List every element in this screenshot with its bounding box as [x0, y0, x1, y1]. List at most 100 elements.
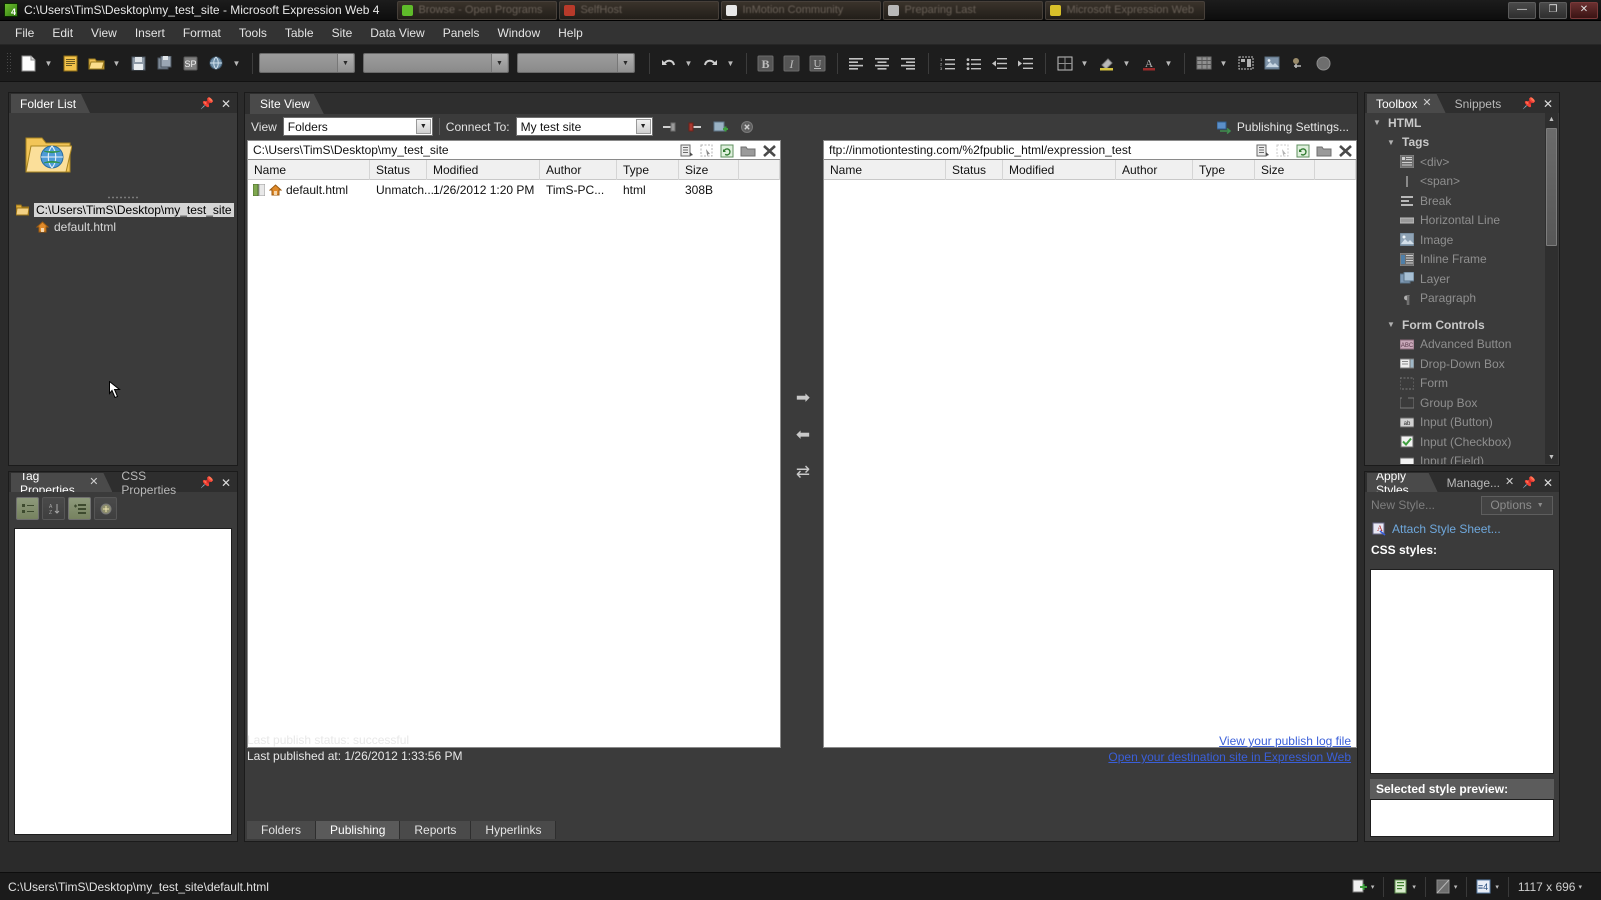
visual-aids-button[interactable]: ▾ [1343, 877, 1384, 897]
save-all-icon[interactable] [152, 51, 177, 76]
open-folder-icon[interactable] [84, 51, 109, 76]
toolbox-item-div[interactable]: <div> [1366, 152, 1558, 172]
save-icon[interactable] [126, 51, 151, 76]
open-destination-site-link[interactable]: Open your destination site in Expression… [1108, 749, 1351, 765]
menu-format[interactable]: Format [174, 23, 230, 43]
options-button[interactable]: Options ▼ [1481, 495, 1553, 515]
menu-data-view[interactable]: Data View [361, 23, 433, 43]
taskbar-item[interactable]: SelfHost [559, 0, 720, 20]
highlight-dropdown-arrow[interactable]: ▼ [1120, 51, 1133, 76]
italic-icon[interactable]: I [779, 51, 804, 76]
picture-icon[interactable] [1259, 51, 1284, 76]
open-folder-dropdown-arrow[interactable]: ▼ [110, 51, 123, 76]
toolbox-item-input-field[interactable]: Input (Field) [1366, 452, 1558, 464]
decrease-indent-icon[interactable] [987, 51, 1012, 76]
toolbox-item-input-checkbox[interactable]: Input (Checkbox) [1366, 432, 1558, 452]
column-header-name[interactable]: Name [824, 160, 946, 180]
column-header-type[interactable]: Type [1193, 160, 1255, 180]
style-combo[interactable]: ▼ [259, 53, 355, 73]
chevron-down-icon[interactable]: ▼ [337, 54, 353, 72]
page-size-button[interactable]: ≡4 ▾ [1466, 876, 1508, 897]
close-button[interactable]: ✕ [1570, 1, 1598, 19]
chevron-down-icon[interactable]: ▼ [415, 119, 431, 134]
pin-icon[interactable]: 📌 [1522, 476, 1536, 489]
chevron-down-icon[interactable]: ▾ [1495, 883, 1499, 891]
table-dropdown-arrow[interactable]: ▼ [1217, 51, 1230, 76]
categorized-view-icon[interactable] [16, 497, 39, 520]
refresh-icon[interactable] [720, 144, 734, 158]
tab-snippets[interactable]: Snippets [1446, 94, 1510, 113]
chevron-down-icon[interactable]: ▼ [635, 119, 651, 134]
tab-toolbox-close-icon[interactable]: ✕ [1422, 98, 1431, 109]
chevron-down-icon[interactable]: ▾ [1578, 883, 1582, 891]
hyperlink-icon[interactable] [1285, 51, 1310, 76]
font-color-icon[interactable]: A [1136, 51, 1161, 76]
align-center-icon[interactable] [870, 51, 895, 76]
menu-site[interactable]: Site [323, 23, 362, 43]
toolbox-group-tags[interactable]: ▼ Tags [1366, 133, 1558, 153]
toolbox-item-group-box[interactable]: Group Box [1366, 393, 1558, 413]
menu-tools[interactable]: Tools [230, 23, 276, 43]
local-path-bar[interactable]: C:\Users\TimS\Desktop\my_test_site [247, 140, 781, 160]
toolbox-item-inline-frame[interactable]: Inline Frame [1366, 250, 1558, 270]
toolbox-item-break[interactable]: Break [1366, 191, 1558, 211]
tab-css-properties[interactable]: CSS Properties [112, 469, 200, 497]
delete-connection-icon[interactable] [737, 117, 757, 137]
new-page-icon[interactable] [58, 51, 83, 76]
pin-icon[interactable]: 📌 [1522, 97, 1536, 110]
new-document-dropdown-arrow[interactable]: ▼ [42, 51, 55, 76]
toolbox-item-dropdown-box[interactable]: Drop-Down Box [1366, 354, 1558, 374]
column-header-author[interactable]: Author [1116, 160, 1193, 180]
menu-insert[interactable]: Insert [126, 23, 174, 43]
local-file-list[interactable]: Name Status Modified Author Type Size de… [247, 160, 781, 748]
add-attribute-icon[interactable] [94, 497, 117, 520]
toolbox-item-span[interactable]: <span> [1366, 172, 1558, 192]
scrollbar-thumb[interactable] [1546, 128, 1557, 246]
folder-tree-root[interactable]: C:\Users\TimS\Desktop\my_test_site [10, 201, 236, 218]
refresh-icon[interactable] [1296, 144, 1310, 158]
font-family-combo[interactable]: ▼ [363, 53, 509, 73]
toolbox-item-paragraph[interactable]: ¶ Paragraph [1366, 289, 1558, 309]
chevron-down-icon[interactable]: ▼ [1386, 138, 1396, 147]
underline-icon[interactable]: U [805, 51, 830, 76]
menu-panels[interactable]: Panels [434, 23, 489, 43]
tab-toolbox[interactable]: Toolbox ✕ [1367, 94, 1446, 113]
menu-table[interactable]: Table [276, 23, 323, 43]
menu-help[interactable]: Help [549, 23, 592, 43]
new-document-icon[interactable] [16, 51, 41, 76]
folder-tree-item-default-html[interactable]: default.html [10, 218, 236, 235]
view-publish-log-link[interactable]: View your publish log file [1108, 733, 1351, 749]
font-size-combo[interactable]: ▼ [517, 53, 635, 73]
preview-browser-dropdown-arrow[interactable]: ▼ [230, 51, 243, 76]
chevron-down-icon[interactable]: ▼ [617, 54, 633, 72]
css-styles-list[interactable] [1370, 569, 1554, 774]
column-header-size[interactable]: Size [1255, 160, 1315, 180]
chevron-down-icon[interactable]: ▼ [1372, 118, 1382, 127]
maximize-button[interactable]: ❐ [1539, 1, 1567, 19]
column-header-size[interactable]: Size [679, 160, 739, 180]
layout-tables-icon[interactable] [1233, 51, 1258, 76]
column-header-author[interactable]: Author [540, 160, 617, 180]
menu-window[interactable]: Window [488, 23, 549, 43]
tab-tag-properties-close-icon[interactable]: ✕ [89, 477, 98, 488]
sharepoint-icon[interactable]: SP [178, 51, 203, 76]
compatibility-button[interactable]: ▾ [1383, 876, 1425, 897]
menu-file[interactable]: File [6, 23, 43, 43]
list-view-icon[interactable] [1256, 144, 1270, 158]
disconnect-icon[interactable] [685, 117, 705, 137]
redo-dropdown-arrow[interactable]: ▼ [724, 51, 737, 76]
bullet-list-icon[interactable] [961, 51, 986, 76]
menu-edit[interactable]: Edit [43, 23, 82, 43]
undo-dropdown-arrow[interactable]: ▼ [682, 51, 695, 76]
new-folder-icon[interactable] [1316, 144, 1332, 158]
help-icon[interactable] [1311, 51, 1336, 76]
borders-icon[interactable] [1052, 51, 1077, 76]
taskbar-item[interactable]: Microsoft Expression Web [1045, 0, 1206, 20]
highlight-icon[interactable] [1094, 51, 1119, 76]
taskbar-item[interactable]: Preparing Last [883, 0, 1044, 20]
tab-manage-styles[interactable]: Manage... ✕ [1438, 473, 1523, 492]
toolbox-item-advanced-button[interactable]: ABC Advanced Button [1366, 335, 1558, 355]
font-color-dropdown-arrow[interactable]: ▼ [1162, 51, 1175, 76]
tab-folder-list[interactable]: Folder List [11, 94, 90, 113]
chevron-down-icon[interactable]: ▼ [1386, 320, 1396, 329]
